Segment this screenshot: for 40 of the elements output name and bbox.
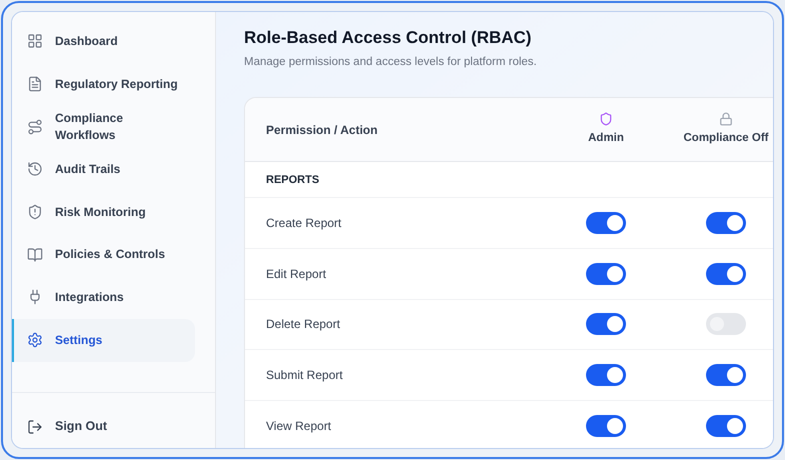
- history-icon: [27, 161, 43, 178]
- sidebar-item[interactable]: Dashboard: [12, 20, 195, 63]
- toggle-switch[interactable]: [586, 364, 626, 386]
- sidebar-item[interactable]: Audit Trails: [12, 148, 195, 191]
- shield-icon: [599, 112, 613, 126]
- column-header: Permission / Action: [266, 122, 378, 137]
- shield-icon: [27, 204, 43, 220]
- page-title: Role-Based Access Control (RBAC): [244, 27, 532, 49]
- toggle-switch[interactable]: [586, 313, 626, 336]
- toggle-switch[interactable]: [706, 414, 746, 437]
- sidebar-item[interactable]: Regulatory Reporting: [12, 62, 195, 106]
- toggle-switch[interactable]: [706, 364, 746, 386]
- document-icon: [27, 76, 43, 92]
- toggle-switch[interactable]: [586, 262, 626, 285]
- sidebar-item[interactable]: Risk Monitoring: [12, 190, 195, 234]
- settings-icon: [27, 332, 43, 348]
- lock-icon: [719, 112, 733, 126]
- section-heading: REPORTS: [266, 172, 320, 188]
- sidebar-item[interactable]: Policies & Controls: [12, 233, 195, 276]
- sidebar-item[interactable]: Compliance Workflows: [12, 105, 195, 148]
- toggle-switch[interactable]: [706, 262, 746, 285]
- toggle-switch[interactable]: [586, 212, 626, 234]
- sidebar-item[interactable]: Integrations: [12, 276, 195, 319]
- permission-label: Edit Report: [266, 266, 326, 281]
- page-subtitle: Manage permissions and access levels for platform roles.: [244, 55, 538, 70]
- permission-label: View Report: [266, 418, 332, 433]
- toggle-switch[interactable]: [706, 212, 746, 234]
- grid-icon: [27, 33, 43, 50]
- sign-out-item[interactable]: Sign Out: [12, 417, 215, 436]
- role-header: Admin: [588, 131, 624, 146]
- sidebar-item[interactable]: Settings: [12, 318, 195, 362]
- role-header: Compliance Off: [684, 131, 768, 146]
- sign-out-icon: [27, 418, 43, 435]
- permission-label: Delete Report: [266, 317, 340, 332]
- book-icon: [27, 246, 43, 263]
- permission-label: Create Report: [266, 216, 342, 230]
- route-icon: [27, 118, 43, 135]
- toggle-switch[interactable]: [706, 313, 746, 336]
- permission-label: Submit Report: [266, 368, 343, 382]
- toggle-switch[interactable]: [586, 414, 626, 437]
